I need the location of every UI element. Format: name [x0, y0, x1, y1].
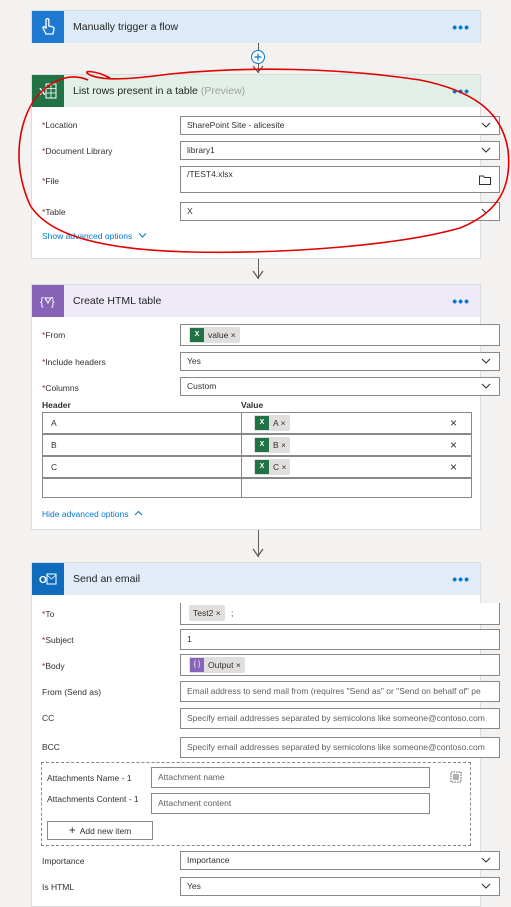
importance-select[interactable]: Importance — [180, 851, 500, 870]
header-cell-c[interactable]: C — [42, 456, 242, 478]
columns-label: *Columns — [42, 383, 79, 393]
remove-token-icon[interactable]: × — [281, 418, 286, 428]
data-operation-icon: {} — [32, 285, 64, 317]
header-cell-a[interactable]: A — [42, 412, 242, 434]
remove-token-icon[interactable]: × — [281, 440, 286, 450]
attachments-group: Attachments Name - 1 Attachment name Att… — [41, 762, 471, 846]
delete-row-c-icon[interactable]: × — [450, 461, 457, 473]
data-operation-icon: { } — [190, 658, 204, 672]
bcc-label: BCC — [42, 742, 60, 752]
remove-token-icon[interactable]: × — [231, 330, 236, 340]
value-cell-empty[interactable] — [241, 478, 472, 498]
value-column-title: Value — [241, 400, 264, 410]
excel-icon: X — [255, 460, 269, 474]
chevron-down-icon — [481, 857, 491, 863]
test2-token[interactable]: Test2 × — [189, 605, 225, 621]
attachment-name-input[interactable]: Attachment name — [151, 767, 430, 788]
to-input[interactable]: Test2 × ; — [180, 603, 500, 625]
value-cell-a[interactable]: XA × — [241, 412, 472, 434]
excel-icon: X — [255, 438, 269, 452]
attachments-content-label: Attachments Content - 1 — [47, 794, 139, 804]
create-html-table-card[interactable]: {} Create HTML table ••• *From Xvalue × … — [31, 284, 500, 530]
delete-row-b-icon[interactable]: × — [450, 439, 457, 451]
chevron-up-icon — [134, 510, 143, 516]
hide-advanced-options-link[interactable]: Hide advanced options — [42, 509, 143, 519]
from-input[interactable]: Xvalue × — [180, 324, 500, 346]
body-label: *Body — [42, 661, 65, 671]
value-token[interactable]: Xvalue × — [189, 327, 240, 343]
arrow-down-icon — [252, 548, 264, 558]
subject-label: *Subject — [42, 635, 74, 645]
send-email-title: Send an email — [73, 573, 141, 585]
value-cell-c[interactable]: XC × — [241, 456, 472, 478]
columns-select[interactable]: Custom — [180, 377, 500, 396]
switch-to-array-icon[interactable] — [450, 771, 462, 783]
chevron-down-icon — [481, 358, 491, 364]
from-send-as-label: From (Send as) — [42, 687, 102, 697]
attachment-content-input[interactable]: Attachment content — [151, 793, 430, 814]
remove-token-icon[interactable]: × — [282, 462, 287, 472]
chevron-down-icon — [481, 883, 491, 889]
bcc-input[interactable]: Specify email addresses separated by sem… — [180, 737, 500, 758]
header-column-title: Header — [42, 400, 71, 410]
b-token[interactable]: XB × — [254, 437, 291, 453]
header-cell-b[interactable]: B — [42, 434, 242, 456]
remove-token-icon[interactable]: × — [236, 660, 241, 670]
c-token[interactable]: XC × — [254, 459, 291, 475]
from-label: *From — [42, 330, 66, 340]
cc-input[interactable]: Specify email addresses separated by sem… — [180, 708, 500, 729]
email-more-icon[interactable]: ••• — [452, 563, 470, 595]
delete-row-a-icon[interactable]: × — [450, 417, 457, 429]
a-token[interactable]: XA × — [254, 415, 290, 431]
excel-icon: X — [255, 416, 269, 430]
add-new-item-button[interactable]: + Add new item — [47, 821, 153, 840]
include-headers-label: *Include headers — [42, 357, 106, 367]
svg-text:{: { — [40, 296, 44, 308]
from-send-as-input[interactable]: Email address to send mail from (require… — [180, 681, 500, 702]
header-cell-empty[interactable] — [42, 478, 242, 498]
html-table-more-icon[interactable]: ••• — [452, 285, 470, 317]
plus-icon: + — [68, 823, 76, 837]
remove-token-icon[interactable]: × — [216, 608, 221, 618]
is-html-label: Is HTML — [42, 882, 75, 892]
cc-label: CC — [42, 713, 55, 723]
outlook-icon: O — [32, 563, 64, 595]
create-html-table-title: Create HTML table — [73, 295, 162, 307]
body-input[interactable]: { } Output × — [180, 654, 500, 676]
arrow-down-icon — [252, 270, 264, 280]
importance-label: Importance — [42, 856, 85, 866]
attachments-name-label: Attachments Name - 1 — [47, 773, 132, 783]
is-html-select[interactable]: Yes — [180, 877, 500, 896]
chevron-down-icon — [481, 383, 491, 389]
svg-text:O: O — [39, 575, 47, 586]
value-cell-b[interactable]: XB × — [241, 434, 472, 456]
to-label: *To — [42, 609, 55, 619]
excel-icon: X — [190, 328, 204, 342]
subject-input[interactable]: 1 — [180, 629, 500, 650]
include-headers-select[interactable]: Yes — [180, 352, 500, 371]
send-email-card[interactable]: O Send an email ••• *To Test2 × ; *Subje… — [31, 562, 500, 907]
output-token[interactable]: { } Output × — [189, 657, 245, 673]
